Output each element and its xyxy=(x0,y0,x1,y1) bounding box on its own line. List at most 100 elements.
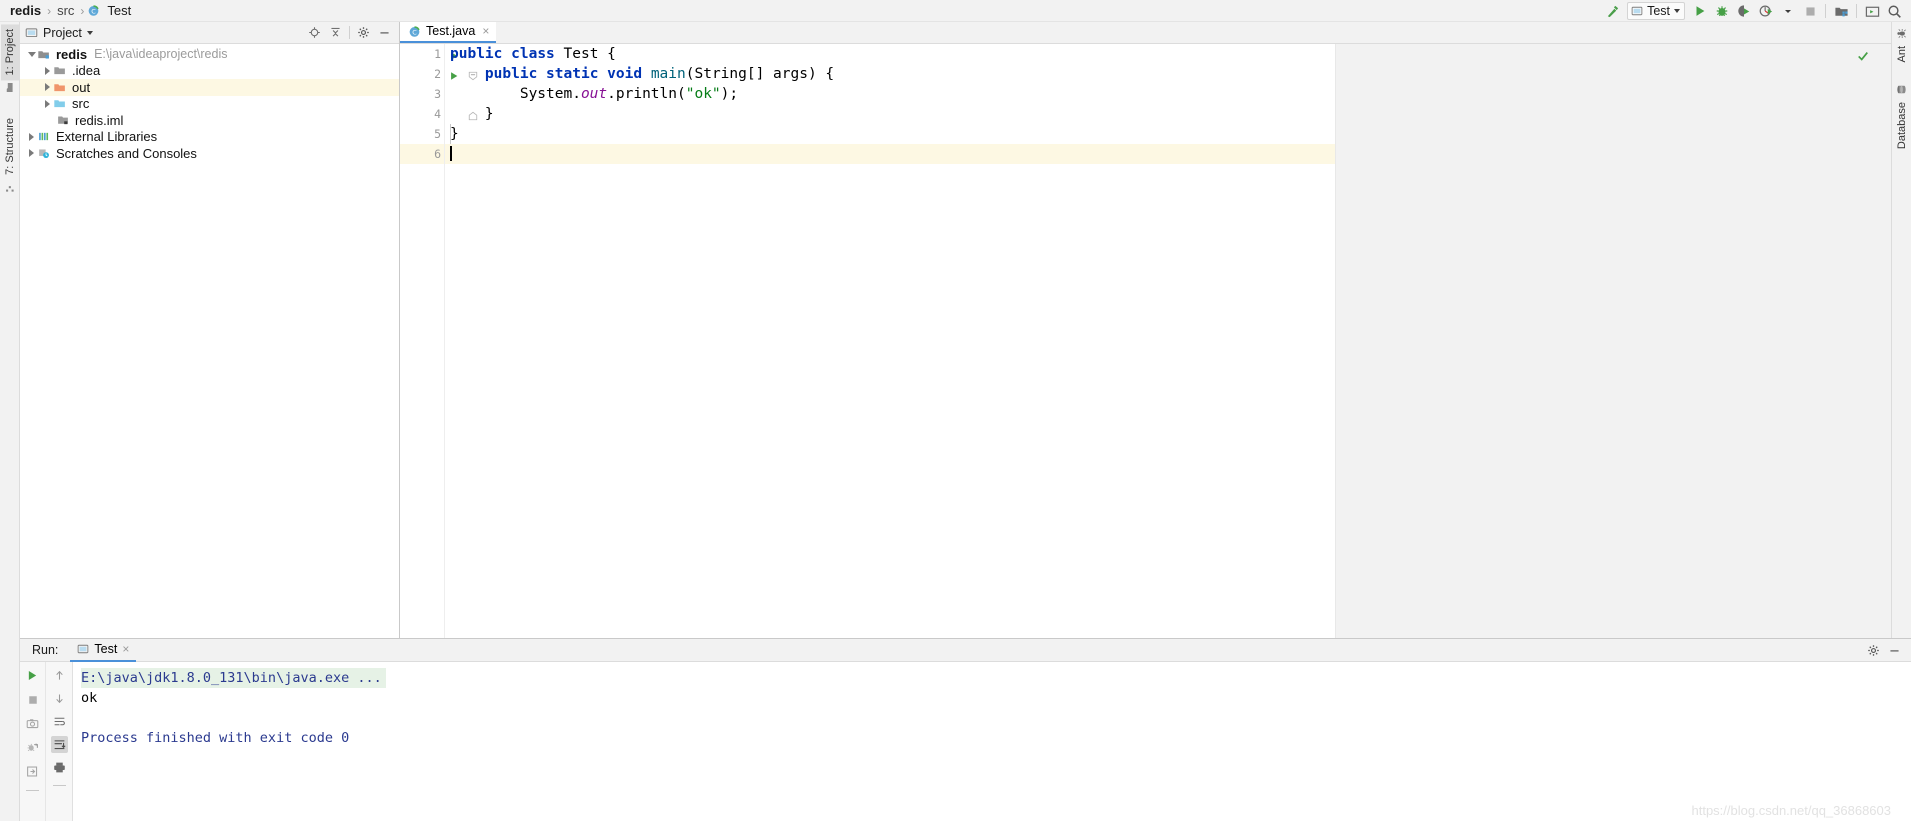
editor-gutter[interactable]: 1 2 3 4 5 6 xyxy=(400,44,478,638)
locate-icon[interactable] xyxy=(304,23,325,43)
tree-row-external-libraries[interactable]: External Libraries xyxy=(20,129,399,146)
run-configuration-selector[interactable]: Test xyxy=(1627,2,1685,20)
minimize-icon[interactable] xyxy=(1886,642,1903,659)
chevron-down-icon[interactable] xyxy=(1785,9,1791,13)
scroll-to-end-icon[interactable] xyxy=(50,736,68,753)
close-icon[interactable]: × xyxy=(122,642,129,656)
editor-body[interactable]: 1 2 3 4 5 6 public class Test {public s… xyxy=(400,44,1891,638)
run-panel: Run: Test × E:\java\jdk1.8.0_131\bin\jav… xyxy=(20,638,1911,821)
close-icon[interactable]: × xyxy=(482,24,489,38)
breadcrumb-separator: › xyxy=(80,3,85,18)
editor-outer-area xyxy=(1336,44,1891,638)
code-area[interactable]: public class Test { public static void m… xyxy=(445,44,1891,638)
run-side-toolbar-right xyxy=(46,662,73,821)
export-icon[interactable] xyxy=(24,763,41,780)
run-panel-label: Run: xyxy=(32,643,59,657)
project-icon xyxy=(25,28,38,38)
collapse-all-icon[interactable] xyxy=(325,23,346,43)
chevron-right-icon[interactable] xyxy=(42,82,53,93)
toolbar-divider xyxy=(349,26,350,39)
project-icon xyxy=(6,83,13,93)
debug-button[interactable] xyxy=(1711,1,1733,21)
left-tool-strip: 1: Project 7: Structure xyxy=(0,22,20,821)
breadcrumb-item-src[interactable]: src xyxy=(54,3,77,18)
run-panel-header: Run: Test × xyxy=(20,639,1911,662)
settings-gear-icon[interactable] xyxy=(353,23,374,43)
tree-row-redis-iml[interactable]: redis.iml xyxy=(20,112,399,129)
tree-label: .idea xyxy=(72,63,101,79)
chevron-down-icon[interactable] xyxy=(1674,9,1680,13)
project-tree[interactable]: redis E:\java\ideaproject\redis .idea ou… xyxy=(20,44,399,638)
run-side-toolbar-left xyxy=(20,662,46,821)
run-panel-body: E:\java\jdk1.8.0_131\bin\java.exe ... ok… xyxy=(20,662,1911,821)
chevron-right-icon[interactable] xyxy=(26,148,37,159)
ide-window: redis › src › C Test Test 1: Project 7: … xyxy=(0,0,1911,821)
project-panel-toolbar xyxy=(304,23,399,43)
line-number: 5 xyxy=(434,127,441,141)
scratches-icon xyxy=(37,146,52,160)
scroll-up-icon[interactable] xyxy=(51,667,68,684)
chevron-right-icon[interactable] xyxy=(42,98,53,109)
breadcrumb-item-project[interactable]: redis xyxy=(7,3,44,18)
project-structure-button[interactable] xyxy=(1830,1,1852,21)
run-with-coverage-button[interactable] xyxy=(1733,1,1755,21)
project-panel-title-group[interactable]: Project xyxy=(25,26,93,40)
sidebar-item-database[interactable]: Database xyxy=(1893,97,1911,154)
stop-icon[interactable] xyxy=(24,691,41,708)
ant-icon-marker xyxy=(1893,26,1910,41)
profiler-dropdown[interactable] xyxy=(1777,1,1799,21)
line-number: 1 xyxy=(434,47,441,61)
profiler-button[interactable] xyxy=(1755,1,1777,21)
tree-label: out xyxy=(72,79,91,95)
project-icon-marker xyxy=(1,80,18,95)
settings-gear-icon[interactable] xyxy=(1865,642,1882,659)
rerun-icon[interactable] xyxy=(24,667,41,684)
toolbar-divider xyxy=(1825,4,1826,18)
tree-row-out[interactable]: out xyxy=(20,79,399,96)
breadcrumb-item-class[interactable]: Test xyxy=(104,3,134,18)
database-icon xyxy=(1897,85,1906,93)
console-output[interactable]: E:\java\jdk1.8.0_131\bin\java.exe ... ok… xyxy=(73,662,1911,821)
tree-row-scratches[interactable]: Scratches and Consoles xyxy=(20,145,399,162)
editor-tab-test-java[interactable]: C Test.java × xyxy=(400,21,497,43)
chevron-right-icon[interactable] xyxy=(42,65,53,76)
chevron-right-icon[interactable] xyxy=(26,131,37,142)
chevron-down-icon[interactable] xyxy=(86,30,93,35)
sidebar-item-structure[interactable]: 7: Structure xyxy=(1,113,19,180)
minimize-icon[interactable] xyxy=(374,23,395,43)
sidebar-item-project[interactable]: 1: Project xyxy=(0,24,19,81)
print-icon[interactable] xyxy=(51,759,68,776)
console-command-text: E:\java\jdk1.8.0_131\bin\java.exe ... xyxy=(81,668,386,688)
thread-dump-icon[interactable] xyxy=(24,739,41,756)
gutter-line: 5 xyxy=(400,124,444,144)
chevron-down-icon[interactable] xyxy=(26,49,37,60)
run-tab-test[interactable]: Test × xyxy=(70,639,137,662)
console-line-output: ok xyxy=(81,690,98,706)
structure-icon-marker xyxy=(1,180,18,195)
soft-wrap-icon[interactable] xyxy=(51,713,68,730)
tree-row-src[interactable]: src xyxy=(20,96,399,113)
database-icon-marker xyxy=(1893,82,1910,97)
terminal-button[interactable] xyxy=(1861,1,1883,21)
inspection-status-icon[interactable] xyxy=(1857,50,1869,62)
run-tab-label: Test xyxy=(94,642,118,656)
tree-label: redis xyxy=(56,46,88,62)
project-panel-header: Project xyxy=(20,22,399,44)
stop-button[interactable] xyxy=(1799,1,1821,21)
ant-tab-label: Ant xyxy=(1895,46,1908,63)
scroll-down-icon[interactable] xyxy=(51,690,68,707)
console-line-command: E:\java\jdk1.8.0_131\bin\java.exe ... xyxy=(81,668,1911,688)
main-area: 1: Project 7: Structure Project redis E:… xyxy=(0,21,1911,821)
search-everywhere-button[interactable] xyxy=(1883,1,1905,21)
toolbar-divider xyxy=(26,790,39,791)
run-button[interactable] xyxy=(1689,1,1711,21)
build-button[interactable] xyxy=(1601,1,1623,21)
run-config-name: Test xyxy=(1647,4,1670,18)
tree-label: src xyxy=(72,96,90,112)
camera-icon[interactable] xyxy=(24,715,41,732)
database-tab-label: Database xyxy=(1895,101,1908,149)
tree-row-redis[interactable]: redis E:\java\ideaproject\redis xyxy=(20,46,399,63)
tree-row-idea[interactable]: .idea xyxy=(20,63,399,80)
breadcrumb-separator: › xyxy=(47,3,52,18)
sidebar-item-ant[interactable]: Ant xyxy=(1893,41,1911,68)
